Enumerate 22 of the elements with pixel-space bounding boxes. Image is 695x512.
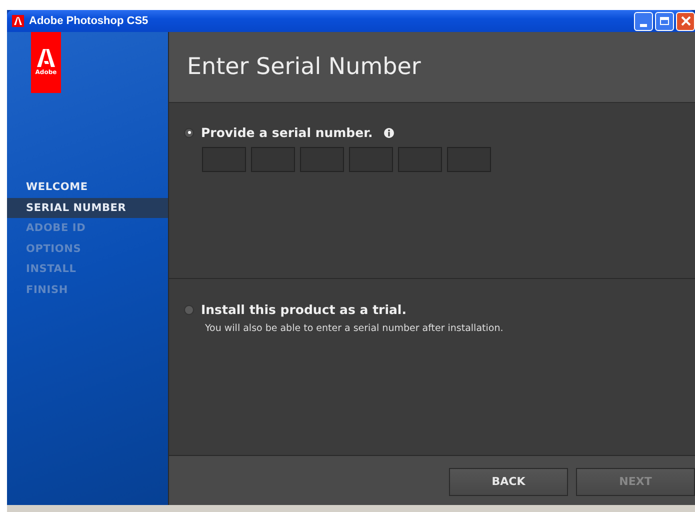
- option-label: Provide a serial number.: [201, 125, 373, 140]
- app-icon: [12, 15, 24, 27]
- sidebar-item[interactable]: WELCOME: [7, 177, 168, 198]
- minimize-button[interactable]: [634, 12, 653, 30]
- serial-field[interactable]: [398, 147, 442, 172]
- serial-field[interactable]: [300, 147, 344, 172]
- option-note: You will also be able to enter a serial number after installation.: [205, 323, 504, 334]
- close-button[interactable]: [676, 12, 695, 30]
- close-icon: [680, 16, 690, 26]
- serial-field[interactable]: [349, 147, 393, 172]
- serial-field[interactable]: [251, 147, 295, 172]
- page-title: Enter Serial Number: [187, 54, 421, 80]
- serial-field[interactable]: [202, 147, 246, 172]
- window-title: Adobe Photoshop CS5: [29, 15, 148, 27]
- option-label: Install this product as a trial.: [201, 302, 406, 317]
- back-button[interactable]: BACK: [449, 468, 568, 496]
- sidebar-item[interactable]: SERIAL NUMBER: [7, 198, 168, 218]
- serial-field[interactable]: [447, 147, 491, 172]
- maximize-button[interactable]: [655, 12, 674, 30]
- info-icon[interactable]: [384, 128, 394, 138]
- radio-button[interactable]: [184, 304, 194, 314]
- radio-button[interactable]: [184, 128, 194, 138]
